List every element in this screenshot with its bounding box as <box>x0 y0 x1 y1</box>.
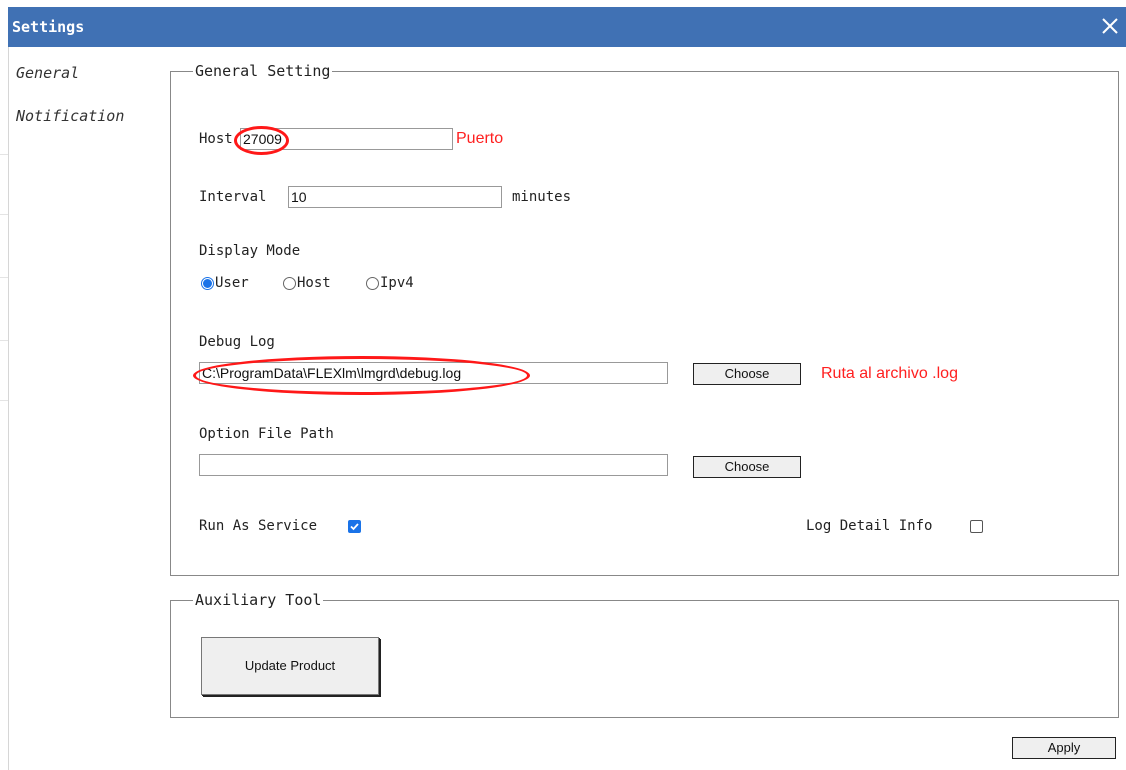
checkmark-icon <box>350 523 359 531</box>
host-annotation: Puerto <box>456 130 504 147</box>
apply-button[interactable]: Apply <box>1012 737 1116 759</box>
radio-user[interactable] <box>201 277 214 290</box>
background-divider <box>0 154 8 155</box>
auxiliary-tool-legend: Auxiliary Tool <box>195 591 322 609</box>
interval-input[interactable]: 10 <box>288 186 502 208</box>
debug-log-highlight-circle <box>193 356 530 395</box>
option-file-input[interactable] <box>199 454 668 476</box>
close-icon[interactable] <box>1094 10 1124 42</box>
window-title: Settings <box>12 18 85 36</box>
radio-host[interactable] <box>283 277 296 290</box>
radio-host-label: Host <box>297 275 331 291</box>
debug-log-choose-button[interactable]: Choose <box>693 363 801 385</box>
run-as-service-label: Run As Service <box>199 518 318 534</box>
log-detail-checkbox[interactable] <box>970 520 983 533</box>
host-label: Host <box>199 131 233 147</box>
nav-item-notification[interactable]: Notification <box>16 107 124 125</box>
debug-log-annotation: Ruta al archivo .log <box>821 365 958 382</box>
interval-label: Interval <box>199 189 267 205</box>
interval-unit: minutes <box>512 189 572 205</box>
background-divider <box>0 340 8 341</box>
update-product-button[interactable]: Update Product <box>201 637 379 695</box>
radio-ipv4-label: Ipv4 <box>380 275 414 291</box>
log-detail-label: Log Detail Info <box>806 518 933 534</box>
display-mode-label: Display Mode <box>199 243 301 259</box>
window-left-border <box>8 47 9 770</box>
radio-ipv4[interactable] <box>366 277 379 290</box>
nav-item-general[interactable]: General <box>16 64 79 82</box>
debug-log-label: Debug Log <box>199 334 275 350</box>
general-setting-legend: General Setting <box>195 62 331 80</box>
settings-window: Settings General Notification General Se… <box>0 0 1126 770</box>
background-divider <box>0 214 8 215</box>
option-file-choose-button[interactable]: Choose <box>693 456 801 478</box>
host-highlight-circle <box>234 126 289 155</box>
background-divider <box>0 400 8 401</box>
background-divider <box>0 277 8 278</box>
option-file-label: Option File Path <box>199 426 334 442</box>
run-as-service-checkbox[interactable] <box>348 520 361 533</box>
title-bar: Settings <box>8 7 1126 47</box>
radio-user-label: User <box>215 275 249 291</box>
